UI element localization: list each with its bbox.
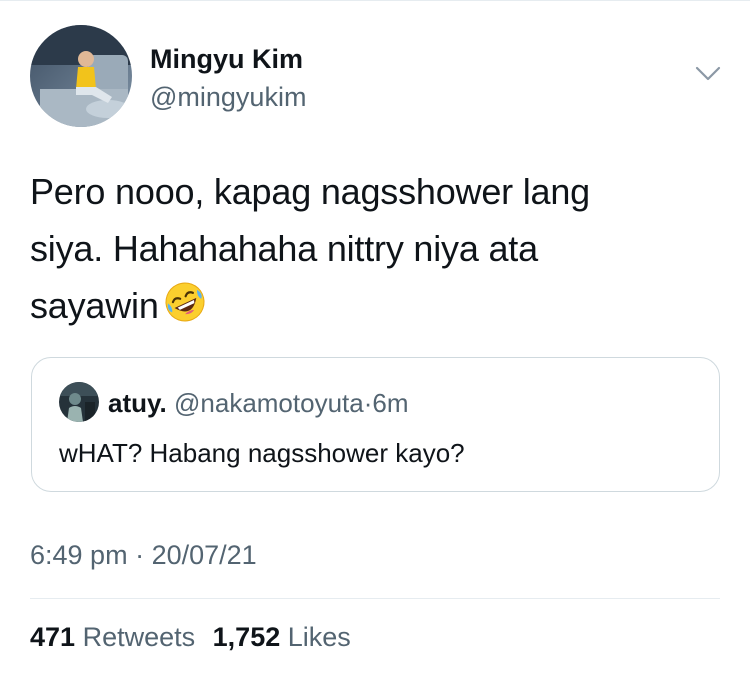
tweet-timestamp[interactable]: 6:49 pm · 20/07/21 xyxy=(30,540,257,571)
retweet-count: 471 xyxy=(30,622,76,652)
quote-time: 6m xyxy=(372,388,409,418)
tweet-text: Pero nooo, kapag nagsshower lang siya. H… xyxy=(30,163,720,334)
tweet-text-line: siya. Hahahahaha nittry niya ata xyxy=(30,228,538,269)
author-avatar[interactable] xyxy=(30,25,132,127)
tweet-time: 6:49 pm xyxy=(30,540,128,570)
tweet-text-line: sayawin xyxy=(30,277,720,334)
tweet-date: 20/07/21 xyxy=(151,540,257,570)
quote-author-name: atuy. xyxy=(108,388,167,418)
quote-header: atuy. @nakamotoyuta·6m xyxy=(108,388,409,418)
tweet-text-line: Pero nooo, kapag nagsshower lang xyxy=(30,171,591,212)
quote-text: wHAT? Habang nagsshower kayo? xyxy=(59,438,465,468)
chevron-down-icon[interactable] xyxy=(694,64,722,84)
tweet-text-segment: sayawin xyxy=(30,285,159,326)
retweets-link[interactable]: Retweets xyxy=(83,622,196,652)
quote-author-handle: @nakamotoyuta xyxy=(174,388,364,418)
laughing-emoji-icon xyxy=(165,282,205,322)
author-handle[interactable]: @mingyukim xyxy=(150,82,306,113)
tweet-detail: Mingyu Kim @mingyukim Pero nooo, kapag n… xyxy=(0,0,750,680)
timestamp-separator: · xyxy=(135,540,145,570)
engagement-stats: 471 Retweets 1,752 Likes xyxy=(30,622,361,653)
like-count: 1,752 xyxy=(212,622,281,652)
stats-divider xyxy=(30,598,720,599)
likes-link[interactable]: Likes xyxy=(288,622,351,652)
quote-avatar[interactable] xyxy=(59,382,99,422)
quoted-tweet[interactable]: atuy. @nakamotoyuta·6m wHAT? Habang nags… xyxy=(31,357,720,492)
author-name[interactable]: Mingyu Kim xyxy=(150,44,303,75)
top-divider xyxy=(0,0,750,1)
